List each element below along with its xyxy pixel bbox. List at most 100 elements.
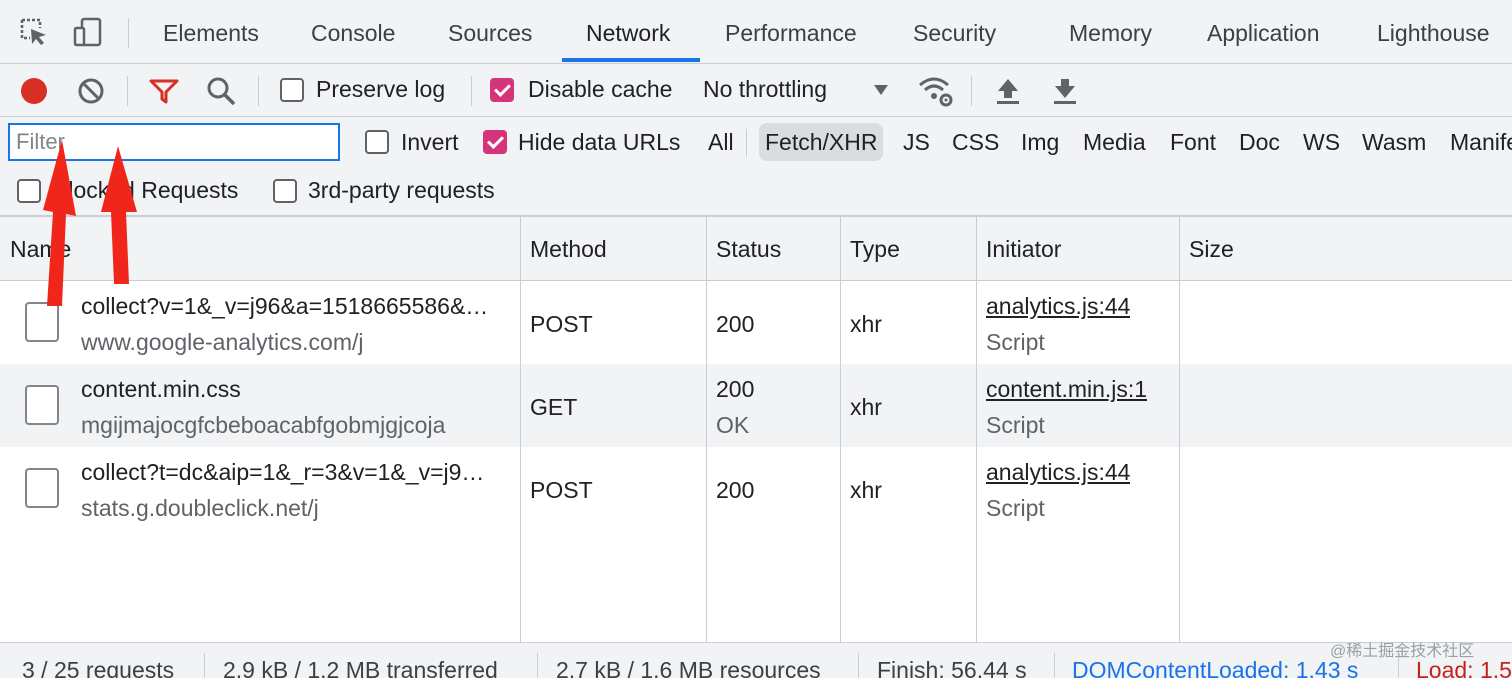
type-filter-all[interactable]: All [702,123,740,161]
network-toolbar: Preserve log Disable cache No throttling [0,64,1512,117]
request-domain: www.google-analytics.com/j [81,329,364,355]
filter-bar: Invert Hide data URLs All Fetch/XHR JS C… [0,117,1512,217]
third-party-requests-label[interactable]: 3rd-party requests [308,177,495,204]
blocked-requests-label[interactable]: Blocked Requests [53,177,238,204]
request-method: POST [530,477,593,503]
request-name[interactable]: collect?v=1&_v=j96&a=1518665586&… [81,293,511,320]
throttling-select[interactable]: No throttling [703,76,827,103]
column-header-type[interactable]: Type [840,217,900,281]
column-divider[interactable] [976,217,977,642]
initiator-link[interactable]: content.min.js:1 [986,376,1147,403]
clear-icon[interactable] [77,77,105,105]
initiator-type: Script [986,329,1045,355]
request-name[interactable]: content.min.css [81,376,511,403]
type-filter-ws[interactable]: WS [1297,123,1346,161]
request-status-text: OK [716,412,750,438]
request-domain: stats.g.doubleclick.net/j [81,495,319,521]
request-status: 200 [716,376,755,402]
initiator-type: Script [986,412,1045,438]
disable-cache-checkbox[interactable] [490,78,514,102]
initiator-link[interactable]: analytics.js:44 [986,459,1130,486]
table-row[interactable]: content.min.css mgijmajocgfcbeboacabfgob… [0,364,1512,447]
requests-count: 3 / 25 requests [22,657,175,678]
export-har-icon[interactable] [1051,76,1079,106]
table-row[interactable]: collect?v=1&_v=j96&a=1518665586&… www.go… [0,281,1512,364]
initiator-link[interactable]: analytics.js:44 [986,293,1130,320]
type-filter-img[interactable]: Img [1015,123,1065,161]
request-type: xhr [850,477,882,503]
invert-label[interactable]: Invert [401,129,459,156]
column-divider[interactable] [520,217,521,642]
search-icon[interactable] [205,75,237,107]
toolbar-divider [471,76,472,106]
column-header-method[interactable]: Method [520,217,607,281]
preserve-log-checkbox[interactable] [280,78,304,102]
table-row[interactable]: collect?t=dc&aip=1&_r=3&v=1&_v=j9… stats… [0,447,1512,530]
tab-console[interactable]: Console [311,0,395,63]
type-filter-media[interactable]: Media [1077,123,1152,161]
column-header-status[interactable]: Status [706,217,781,281]
column-divider[interactable] [1179,217,1180,642]
type-filter-manifest[interactable]: Manife [1444,123,1512,161]
device-toolbar-icon[interactable] [72,16,104,48]
invert-checkbox[interactable] [365,130,389,154]
tabbar-divider [128,18,129,48]
summary-divider [858,653,859,678]
summary-divider [537,653,538,678]
request-type: xhr [850,394,882,420]
tab-performance[interactable]: Performance [725,0,857,63]
summary-divider [204,653,205,678]
column-divider[interactable] [706,217,707,642]
request-domain: mgijmajocgfcbeboacabfgobmjgjcoja [81,412,446,438]
filter-input[interactable] [8,123,340,161]
column-divider[interactable] [840,217,841,642]
hide-data-urls-checkbox[interactable] [483,130,507,154]
column-header-name[interactable]: Name [0,217,71,281]
dropdown-arrow-icon[interactable] [873,84,889,96]
table-header: Name Method Status Type Initiator Size [0,217,1512,281]
request-type: xhr [850,311,882,337]
tab-sources[interactable]: Sources [448,0,532,63]
network-conditions-icon[interactable] [918,74,954,108]
type-filter-font[interactable]: Font [1164,123,1222,161]
toolbar-divider [127,76,128,106]
type-filter-js[interactable]: JS [897,123,936,161]
request-name[interactable]: collect?t=dc&aip=1&_r=3&v=1&_v=j9… [81,459,511,486]
import-har-icon[interactable] [994,76,1022,106]
resources-size: 2.7 kB / 1.6 MB resources [556,657,821,678]
type-filter-css[interactable]: CSS [946,123,1005,161]
filter-icon[interactable] [148,77,180,105]
inspect-element-icon[interactable] [18,16,50,48]
blocked-requests-checkbox[interactable] [17,179,41,203]
column-header-size[interactable]: Size [1179,217,1234,281]
tab-lighthouse[interactable]: Lighthouse [1377,0,1490,63]
tab-memory[interactable]: Memory [1069,0,1152,63]
tab-security[interactable]: Security [913,0,996,63]
watermark: @稀土掘金技术社区 [1330,643,1475,660]
column-header-initiator[interactable]: Initiator [976,217,1061,281]
summary-bar: 3 / 25 requests 2.9 kB / 1.2 MB transfer… [0,642,1512,678]
initiator-type: Script [986,495,1045,521]
type-filter-fetch-xhr[interactable]: Fetch/XHR [759,123,884,161]
disable-cache-label[interactable]: Disable cache [528,76,672,103]
dom-content-loaded-time: DOMContentLoaded: 1.43 s [1072,657,1359,678]
finish-time: Finish: 56.44 s [877,657,1027,678]
request-status: 200 [716,477,755,503]
summary-divider [1054,653,1055,678]
third-party-requests-checkbox[interactable] [273,179,297,203]
tab-application[interactable]: Application [1207,0,1320,63]
type-filter-wasm[interactable]: Wasm [1356,123,1432,161]
request-row-icon [25,302,59,342]
record-icon[interactable] [19,76,49,106]
hide-data-urls-label[interactable]: Hide data URLs [518,129,680,156]
tab-elements[interactable]: Elements [163,0,259,63]
tab-network[interactable]: Network [586,0,670,63]
active-tab-indicator [562,58,700,62]
type-filter-doc[interactable]: Doc [1233,123,1286,161]
request-row-icon [25,385,59,425]
toolbar-divider [971,76,972,106]
request-status: 200 [716,311,755,337]
filter-divider [746,129,747,157]
transferred-size: 2.9 kB / 1.2 MB transferred [223,657,498,678]
preserve-log-label[interactable]: Preserve log [316,76,445,103]
